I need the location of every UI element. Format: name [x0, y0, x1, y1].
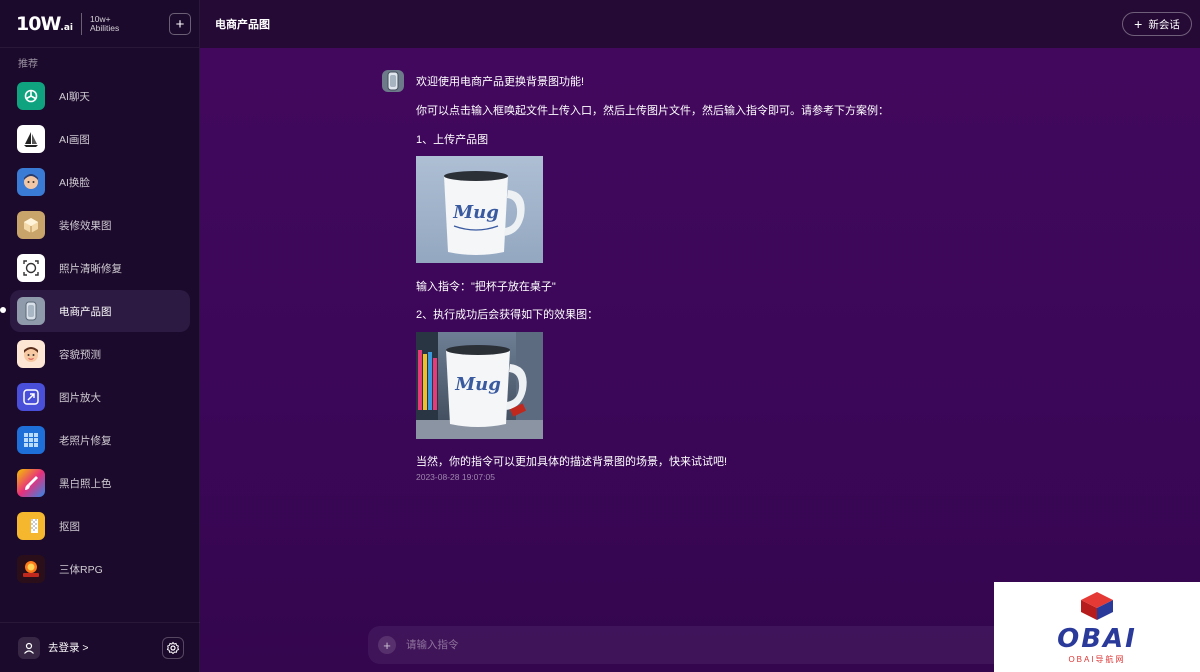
cutout-icon [17, 512, 45, 540]
plus-icon: + [175, 15, 185, 33]
sidebar: 10W.ai 10w+ Abilities + 推荐 AI聊天 AI画图 AI换脸… [0, 0, 200, 672]
closing-text: 当然，你的指令可以更加具体的描述背景图的场景，快来试试吧! [416, 456, 728, 468]
watermark-logo: OBAI OBAI导航网 [994, 582, 1200, 672]
bot-avatar [382, 70, 404, 92]
focus-target-icon [17, 254, 45, 282]
brand-subtitle: 10w+ Abilities [89, 13, 120, 33]
brand-divider [80, 12, 82, 35]
sidebar-item-photo-restore[interactable]: 照片清晰修复 [10, 247, 190, 289]
watermark-text: OBAI [1057, 623, 1137, 654]
message-line: 你可以点击输入框唤起文件上传入口，然后上传图片文件，然后输入指令即可。请参考下方… [416, 105, 889, 117]
sidebar-item-rpg[interactable]: 三体RPG [10, 548, 190, 590]
product-icon [17, 297, 45, 325]
gear-icon [166, 641, 180, 655]
sidebar-item-old-photo[interactable]: 老照片修复 [10, 419, 190, 461]
sidebar-item-label: 黑白照上色 [59, 477, 112, 490]
paint-brush-icon [17, 469, 45, 497]
sidebar-item-label: 容貌预测 [59, 348, 101, 361]
sidebar-item-cutout[interactable]: 抠图 [10, 505, 190, 547]
new-chat-button[interactable]: + 新会话 [1122, 12, 1192, 36]
sidebar-item-appearance[interactable]: 容貌预测 [10, 333, 190, 375]
active-indicator [0, 307, 6, 313]
sidebar-footer: 去登录 > [0, 622, 200, 672]
page-title: 电商产品图 [215, 19, 270, 31]
sidebar-item-label: 图片放大 [59, 391, 101, 404]
cube-icon [17, 211, 45, 239]
face-avatar-icon [17, 168, 45, 196]
sidebar-item-label: 电商产品图 [59, 305, 112, 318]
login-link[interactable]: 去登录 > [48, 640, 89, 655]
settings-button[interactable] [162, 637, 184, 659]
message-step: 2、执行成功后会获得如下的效果图： [416, 309, 599, 321]
sidebar-item-label: 照片清晰修复 [59, 262, 122, 275]
sidebar-item-colorize[interactable]: 黑白照上色 [10, 462, 190, 504]
sidebar-item-decoration[interactable]: 装修效果图 [10, 204, 190, 246]
sidebar-item-label: 抠图 [59, 520, 80, 533]
add-app-button[interactable]: + [169, 13, 191, 35]
chatgpt-icon [17, 82, 45, 110]
sidebar-item-label: AI聊天 [59, 90, 90, 103]
section-label: 推荐 [18, 59, 38, 70]
brand-logo[interactable]: 10W.ai [16, 13, 73, 35]
example-product-image[interactable]: Mug [416, 156, 543, 263]
sailboat-icon [17, 125, 45, 153]
sidebar-item-ai-draw[interactable]: AI画图 [10, 118, 190, 160]
message-line: 欢迎使用电商产品更换背景图功能! [416, 76, 585, 88]
example-result-image[interactable]: Mug [416, 332, 543, 439]
sidebar-item-label: 三体RPG [59, 563, 103, 576]
sidebar-item-ai-chat[interactable]: AI聊天 [10, 75, 190, 117]
grid-photo-icon [17, 426, 45, 454]
sidebar-item-upscale[interactable]: 图片放大 [10, 376, 190, 418]
svg-text:Mug: Mug [454, 374, 501, 395]
cartoon-face-icon [17, 340, 45, 368]
watermark-subtext: OBAI导航网 [1068, 654, 1126, 664]
message-step: 1、上传产品图 [416, 134, 489, 146]
plus-icon: + [1134, 16, 1143, 32]
sidebar-item-label: 装修效果图 [59, 219, 112, 232]
top-bar: 电商产品图 + 新会话 [200, 0, 1200, 48]
brand-header: 10W.ai 10w+ Abilities + [0, 0, 199, 48]
upload-plus-icon[interactable]: + [378, 636, 396, 654]
svg-text:Mug: Mug [452, 202, 499, 223]
sidebar-item-ecommerce[interactable]: 电商产品图 [0, 290, 190, 332]
main-area: 电商产品图 + 新会话 欢迎使用电商产品更换背景图功能! 你可以点击输入框唤起文… [200, 0, 1200, 672]
sidebar-item-label: AI画图 [59, 133, 90, 146]
sidebar-item-ai-faceswap[interactable]: AI换脸 [10, 161, 190, 203]
instruction-text: 输入指令："把杯子放在桌子" [416, 281, 556, 293]
new-chat-label: 新会话 [1148, 18, 1180, 31]
sidebar-item-label: 老照片修复 [59, 434, 112, 447]
watermark-cube-icon [1081, 591, 1113, 620]
user-icon[interactable] [18, 636, 40, 659]
sidebar-item-label: AI换脸 [59, 176, 90, 189]
message-timestamp: 2023-08-28 19:07:05 [416, 472, 495, 482]
enlarge-icon [17, 383, 45, 411]
game-icon [17, 555, 45, 583]
